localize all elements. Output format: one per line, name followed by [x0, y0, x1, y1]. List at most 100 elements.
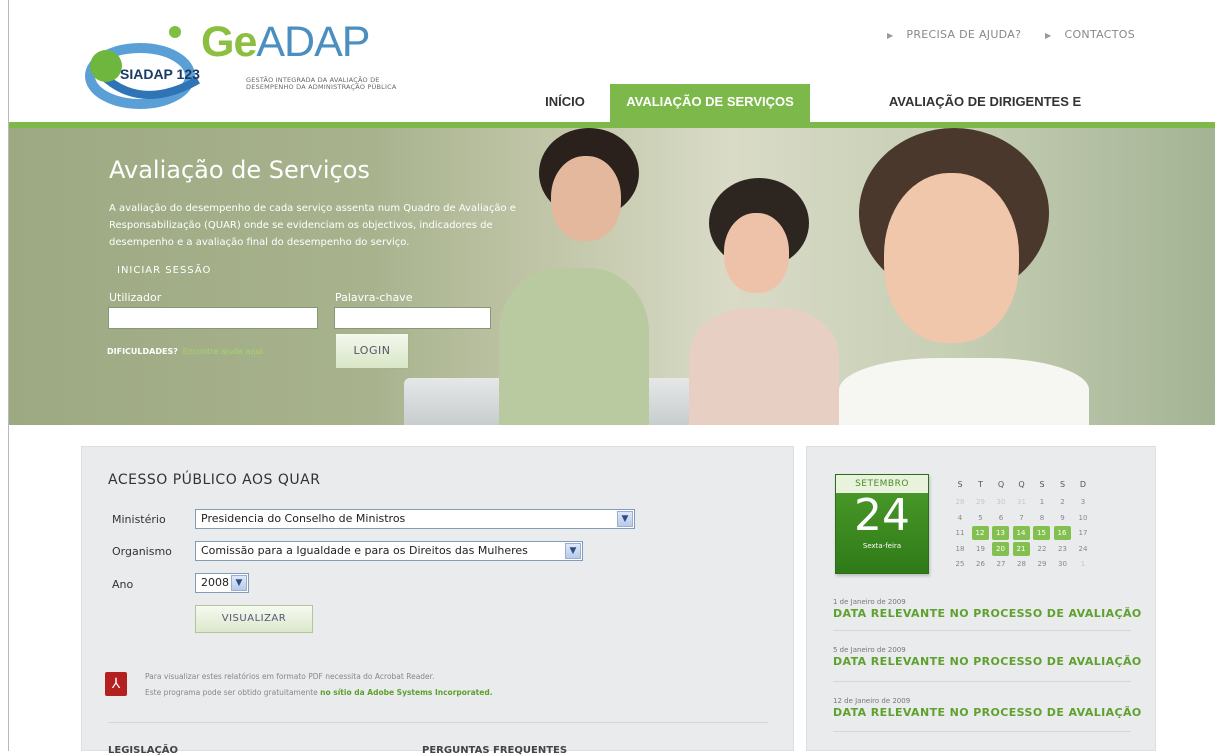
event-item[interactable]: 12 de Janeiro de 2009 DATA RELEVANTE NO … — [833, 697, 1142, 719]
calendar-day[interactable]: 27 — [991, 557, 1011, 571]
nav-inicio[interactable]: INÍCIO — [530, 84, 600, 122]
brand-tagline: GESTÃO INTEGRADA DA AVALIAÇÃO DE DESEMPE… — [246, 76, 397, 91]
calendar-day[interactable]: 8 — [1032, 511, 1052, 525]
login-button[interactable]: LOGIN — [335, 333, 409, 369]
organismo-label: Organismo — [112, 545, 172, 558]
pdf-notice-line2-text: Este programa pode ser obtido gratuitame… — [145, 688, 318, 697]
calendar-day[interactable]: 10 — [1073, 511, 1093, 525]
user-label: Utilizador — [109, 291, 162, 304]
calendar-day[interactable]: 24 — [1073, 542, 1093, 556]
person-right-image — [839, 128, 1099, 425]
event-item[interactable]: 1 de Janeiro de 2009 DATA RELEVANTE NO P… — [833, 598, 1142, 620]
calendar-day[interactable]: 2 — [1053, 495, 1073, 509]
event-title[interactable]: DATA RELEVANTE NO PROCESSO DE AVALIAÇÃO — [833, 607, 1142, 620]
calendar-day[interactable]: 5 — [971, 511, 991, 525]
calendar-day[interactable]: 15 — [1033, 526, 1050, 540]
calendar-day[interactable]: 28 — [950, 495, 970, 509]
calendar-day[interactable]: 29 — [971, 495, 991, 509]
calendar-panel: SETEMBRO 24 Sexta-feira S T Q Q S S D 28 29 30 31 1… — [806, 446, 1156, 751]
top-links: ▶ PRECISA DE AJUDA? ▶ CONTACTOS — [867, 28, 1135, 41]
ministerio-select[interactable]: Presidencia do Conselho de Ministros ▼ — [195, 509, 635, 529]
event-date: 5 de Janeiro de 2009 — [833, 646, 906, 654]
calendar-day[interactable]: 13 — [992, 526, 1009, 540]
contacts-link[interactable]: ▶ CONTACTOS — [1035, 28, 1135, 41]
quar-title: ACESSO PÚBLICO AOS QUAR — [108, 472, 321, 488]
calendar-day[interactable]: 26 — [971, 557, 991, 571]
calendar-day[interactable]: 16 — [1053, 526, 1071, 540]
brand-adap: ADAP — [256, 18, 370, 66]
panel-divider — [108, 722, 768, 723]
help-link-label: PRECISA DE AJUDA? — [906, 28, 1022, 41]
pdf-notice-line1: Para visualizar estes relatórios em form… — [145, 672, 435, 681]
event-item[interactable]: 5 de Janeiro de 2009 DATA RELEVANTE NO P… — [833, 646, 1142, 668]
calendar-day[interactable]: 30 — [1053, 557, 1073, 571]
calendar-weekday-header: S — [1039, 480, 1045, 489]
ministerio-value: Presidencia do Conselho de Ministros — [201, 512, 406, 525]
ano-value: 2008 — [201, 576, 229, 589]
calendar-day[interactable]: 17 — [1073, 526, 1093, 540]
calendar-day[interactable]: 29 — [1032, 557, 1052, 571]
difficulties-text: DIFICULDADES? Encontre ajuda aqui. — [107, 347, 265, 356]
event-title[interactable]: DATA RELEVANTE NO PROCESSO DE AVALIAÇÃO — [833, 706, 1142, 719]
hero-description: A avaliação do desempenho de cada serviç… — [109, 203, 516, 248]
calendar-day[interactable]: 1 — [1032, 495, 1052, 509]
pdf-notice: Para visualizar estes relatórios em form… — [145, 669, 493, 701]
event-date: 12 de Janeiro de 2009 — [833, 697, 911, 705]
adobe-link[interactable]: no sítio da Adobe Systems Incorporated. — [320, 688, 492, 697]
calendar-weekday-header: S — [957, 480, 963, 489]
calendar-weekday-header: Q — [997, 480, 1005, 489]
nav-avaliacao-servicos[interactable]: AVALIAÇÃO DE SERVIÇOS — [610, 84, 810, 122]
calendar-day[interactable]: 9 — [1053, 511, 1073, 525]
today-day: 24 — [854, 490, 910, 541]
calendar-day[interactable]: 4 — [950, 511, 970, 525]
ano-select[interactable]: 2008 ▼ — [195, 573, 249, 593]
user-input[interactable] — [108, 307, 318, 329]
calendar-day[interactable]: 20 — [992, 541, 1009, 556]
event-divider — [833, 731, 1131, 732]
calendar-day[interactable]: 11 — [950, 526, 970, 540]
today-card: SETEMBRO 24 Sexta-feira — [835, 474, 929, 574]
calendar-day[interactable]: 30 — [991, 495, 1011, 509]
calendar-day[interactable]: 1 — [1073, 557, 1093, 571]
calendar-day[interactable]: 31 — [1012, 495, 1032, 509]
event-divider — [833, 681, 1131, 682]
calendar-day[interactable]: 25 — [950, 557, 970, 571]
login-heading: INICIAR SESSÃO — [117, 265, 212, 276]
siadap-label: SIADAP 123 — [120, 66, 200, 82]
visualize-button[interactable]: VISUALIZAR — [195, 605, 313, 633]
calendar-day[interactable]: 18 — [950, 542, 970, 556]
calendar-day[interactable]: 3 — [1073, 495, 1093, 509]
calendar-day[interactable]: 12 — [971, 526, 989, 540]
person-left-image — [479, 128, 669, 425]
calendar-weekday-header: T — [978, 480, 983, 489]
calendar-day[interactable]: 23 — [1053, 542, 1073, 556]
pdf-notice-line2: Este programa pode ser obtido gratuitame… — [145, 685, 493, 701]
ministerio-label: Ministério — [112, 513, 166, 526]
brand-logo: GeADAP — [201, 18, 370, 67]
acrobat-icon: ⅄ — [105, 672, 127, 696]
password-input[interactable] — [334, 307, 491, 329]
calendar-day[interactable]: 7 — [1012, 511, 1032, 525]
difficulties-label: DIFICULDADES? — [107, 347, 178, 356]
calendar-day[interactable]: 22 — [1032, 542, 1052, 556]
calendar-day[interactable]: 6 — [991, 511, 1011, 525]
chevron-down-icon[interactable]: ▼ — [617, 511, 633, 527]
nav-avaliacao-dirigentes[interactable]: AVALIAÇÃO DE DIRIGENTES E TRABALHADORES — [830, 84, 1140, 145]
event-title[interactable]: DATA RELEVANTE NO PROCESSO DE AVALIAÇÃO — [833, 655, 1142, 668]
calendar-day[interactable]: 21 — [1012, 541, 1030, 556]
ano-label: Ano — [112, 578, 134, 591]
calendar-weekday-header: Q — [1018, 480, 1025, 489]
calendar-day[interactable]: 19 — [971, 542, 991, 556]
contacts-link-label: CONTACTOS — [1064, 28, 1135, 41]
organismo-select[interactable]: Comissão para a Igualdade e para os Dire… — [195, 541, 583, 561]
arrow-right-icon: ▶ — [1045, 31, 1052, 40]
chevron-down-icon[interactable]: ▼ — [231, 575, 247, 591]
chevron-down-icon[interactable]: ▼ — [565, 543, 581, 559]
calendar-day[interactable]: 28 — [1012, 557, 1032, 571]
help-here-link[interactable]: Encontre ajuda aqui. — [183, 347, 266, 356]
organismo-value: Comissão para a Igualdade e para os Dire… — [201, 544, 528, 557]
calendar-weekday-header: D — [1079, 480, 1087, 489]
help-link[interactable]: ▶ PRECISA DE AJUDA? — [877, 28, 1021, 41]
calendar-day[interactable]: 14 — [1012, 526, 1030, 540]
person-middle-image — [689, 178, 839, 425]
